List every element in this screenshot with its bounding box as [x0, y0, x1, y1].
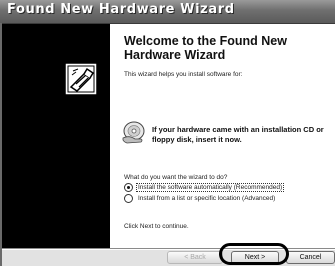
window-title: Found New Hardware Wizard	[7, 2, 235, 17]
intro-text: This wizard helps you install software f…	[124, 71, 243, 78]
page-title: Welcome to the Found New Hardware Wizard	[124, 34, 287, 62]
question-text: What do you want the wizard to do?	[124, 174, 228, 181]
cd-prompt: If your hardware came with an installati…	[152, 125, 324, 144]
install-automatic-radio[interactable]	[124, 183, 133, 192]
cancel-button[interactable]: Cancel	[286, 251, 335, 264]
wizard-content: Welcome to the Found New Hardware Wizard…	[110, 24, 335, 248]
install-from-list-option[interactable]: Install from a list or specific location…	[124, 193, 276, 204]
install-from-list-radio[interactable]	[124, 194, 133, 203]
install-from-list-label[interactable]: Install from a list or specific location…	[137, 195, 276, 202]
install-automatic-option[interactable]: Install the software automatically (Reco…	[124, 182, 285, 193]
next-button[interactable]: Next >	[231, 251, 279, 264]
install-automatic-label[interactable]: Install the software automatically (Reco…	[135, 183, 285, 192]
back-button[interactable]: < Back	[167, 251, 223, 264]
continue-text: Click Next to continue.	[124, 223, 189, 230]
cd-hand-icon	[122, 121, 145, 144]
hardware-wizard-icon	[64, 62, 98, 96]
title-bar[interactable]: Found New Hardware Wizard	[0, 0, 335, 24]
wizard-sidebar	[2, 24, 110, 248]
